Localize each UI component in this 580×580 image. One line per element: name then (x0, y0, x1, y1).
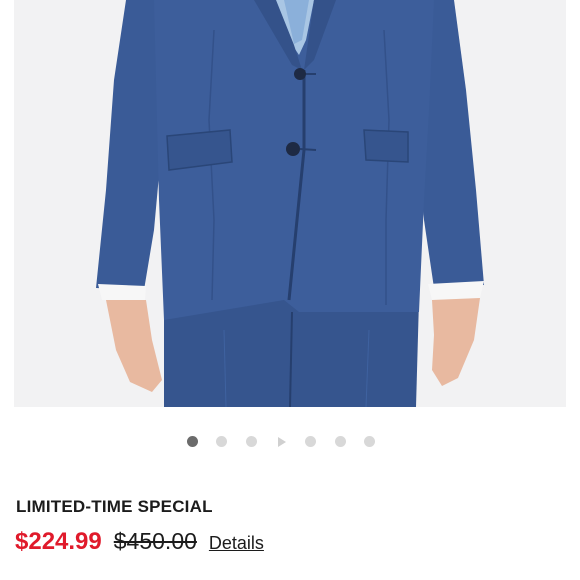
product-page: LIMITED-TIME SPECIAL $224.99 $450.00 Det… (0, 0, 580, 580)
sale-price: $224.99 (15, 528, 102, 555)
carousel-dot[interactable] (335, 436, 346, 447)
price-row: $224.99 $450.00 Details (15, 528, 264, 556)
play-icon[interactable] (276, 436, 287, 447)
carousel-dot[interactable] (305, 436, 316, 447)
carousel-dot[interactable] (216, 436, 227, 447)
original-price: $450.00 (113, 528, 197, 554)
carousel-dot[interactable] (364, 436, 375, 447)
promo-label: LIMITED-TIME SPECIAL (16, 497, 213, 516)
product-image[interactable] (14, 0, 566, 407)
details-link[interactable]: Details (209, 533, 264, 554)
suit-jacket-photo (14, 0, 566, 407)
carousel-dot[interactable] (246, 436, 257, 447)
carousel-dot[interactable] (187, 436, 198, 447)
image-carousel-indicators (0, 435, 580, 449)
